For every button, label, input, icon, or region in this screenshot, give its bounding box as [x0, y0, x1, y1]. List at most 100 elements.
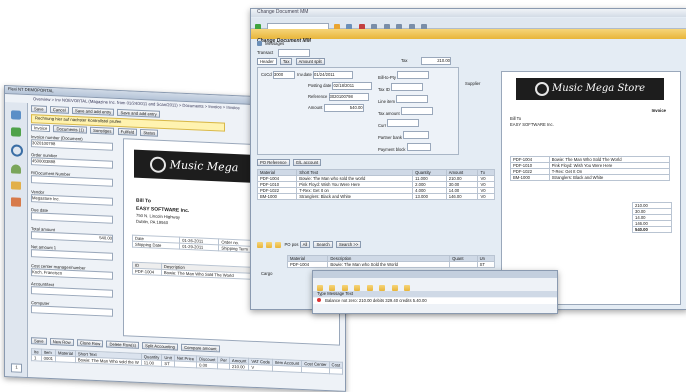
cocd-label: CoCd — [261, 72, 272, 77]
button-split-accounting[interactable]: Split Accounting — [142, 342, 178, 351]
deselect-icon[interactable] — [266, 241, 273, 248]
toolbar-button-save[interactable]: Save — [31, 105, 47, 113]
curr-field[interactable] — [387, 119, 420, 127]
popup-export-icon[interactable] — [391, 284, 398, 291]
po-cell: V0 — [477, 193, 495, 200]
tax-id-field[interactable] — [391, 83, 424, 91]
popup-sum-icon[interactable] — [366, 284, 373, 291]
toolbar-button-cancel[interactable]: Cancel — [49, 105, 69, 114]
button-new-row[interactable]: New Row — [49, 337, 74, 347]
popup-sort-icon[interactable] — [354, 284, 361, 291]
popup-detail-icon[interactable] — [329, 284, 336, 291]
tab-amount-split[interactable]: Amount split — [295, 58, 325, 65]
sap-command-bar — [251, 18, 686, 31]
document-icon[interactable] — [11, 127, 21, 137]
po-tabs: PO Reference G/L account — [257, 159, 323, 166]
pos-label: PO pos — [284, 242, 299, 247]
cell-vat-code: V — [248, 364, 273, 372]
cell-cost — [329, 367, 343, 375]
right-window: Change Document MM Change Document MM Me… — [250, 8, 686, 310]
tab-po-reference[interactable]: PO Reference — [257, 159, 290, 166]
posting-date-field[interactable]: 02/18/2011 — [332, 82, 373, 90]
po-table: Material Short Text Quantity Amount Tx P… — [256, 169, 495, 200]
tab-gl-account[interactable]: G/L account — [292, 159, 322, 166]
cost-center-value: Koch, Francisco — [32, 269, 63, 276]
invoice-heading: Invoice — [651, 108, 666, 113]
table-row[interactable]: PDF-1004 Bowie: The Man who Sold the Wor… — [286, 261, 496, 268]
amount-label: Amount — [308, 105, 323, 110]
popup-toolbar — [313, 279, 557, 291]
mat-cell: PDF-1004 — [286, 261, 329, 268]
people-icon[interactable] — [11, 164, 21, 174]
search-button[interactable]: Search — [313, 241, 333, 248]
right-store-logo: Music Mega Store — [516, 78, 664, 100]
cell-net-price — [174, 360, 197, 368]
search-all-button[interactable]: All — [299, 241, 311, 248]
toolbar-button-save-and-add-2[interactable]: Save and add entry — [117, 108, 160, 118]
tax-amount-field[interactable] — [400, 107, 433, 115]
transaction-field[interactable] — [278, 49, 311, 57]
po-cell: BM-1000 — [256, 193, 298, 200]
select-all-icon[interactable] — [257, 241, 263, 248]
tab-status[interactable]: Status — [140, 128, 159, 137]
button-save-bottom[interactable]: Save — [31, 337, 47, 345]
cocd-field[interactable]: 3000 — [272, 71, 295, 79]
popup-print-icon[interactable] — [379, 284, 386, 291]
invoice-number-value: 3020100798 — [32, 140, 56, 147]
toolbar-button-save-and-add[interactable]: Save and add entry — [71, 106, 115, 116]
bill-to-pty-field[interactable] — [397, 71, 430, 79]
search-icon[interactable] — [11, 144, 23, 157]
calendar-icon[interactable] — [11, 197, 21, 207]
amount-field[interactable]: 540.00 — [323, 104, 364, 112]
header-fields: CoCd 3000 Inv.date 01/24/2011 Posting da… — [257, 67, 459, 155]
tab-invoice[interactable]: Invoice — [31, 124, 51, 133]
logo-swirl-icon — [149, 156, 166, 174]
totals-table: 210.00 30.00 14.00 146.00 540.00 — [632, 202, 672, 233]
cell-unit: ST — [161, 360, 175, 367]
reference-field[interactable]: 3020100798 — [328, 93, 369, 101]
bill-to-label: Bill To — [136, 197, 151, 205]
mat-cell — [449, 261, 478, 268]
popup-check-icon[interactable] — [317, 284, 323, 291]
tab-header[interactable]: Header — [257, 58, 277, 65]
search-more-button[interactable]: Search >> — [335, 241, 362, 248]
tab-sonstiges[interactable]: Sonstiges — [90, 126, 115, 135]
shipping-date-value: 01-29-2011 — [179, 243, 219, 251]
button-clone-row[interactable]: Clone Row — [76, 339, 104, 348]
tab-tax[interactable]: Tax — [279, 58, 293, 65]
app-toolbar: Messages — [251, 41, 686, 48]
tab-documents[interactable]: Documents (1) — [53, 125, 87, 134]
popup-filter-icon[interactable] — [341, 284, 348, 291]
total-cell: 540.00 — [632, 226, 672, 233]
cell-item-account — [272, 365, 302, 373]
material-table: Material Description Quant Un PDF-1004 B… — [286, 255, 496, 268]
inv-date-value: 01/24/2011 — [313, 72, 335, 77]
document-icon-2[interactable] — [257, 41, 262, 47]
page-indicator[interactable]: 1 — [11, 363, 22, 373]
partner-bank-field[interactable] — [403, 131, 430, 139]
curr-label: Curr — [378, 123, 387, 128]
folder-icon[interactable] — [11, 181, 21, 190]
table-row[interactable]: BM-1000 Stranglers: Black and White 13.000… — [256, 193, 495, 200]
header-amount-field[interactable]: 210.00 — [421, 57, 451, 65]
shipping-date-label: Shipping Date — [132, 241, 180, 250]
button-compare-amount[interactable]: Compare amount — [181, 343, 220, 353]
posting-date-label: Posting date — [308, 83, 332, 88]
inbox-icon[interactable] — [11, 110, 21, 120]
payment-block-field[interactable] — [406, 143, 431, 151]
detail-icon[interactable] — [275, 241, 282, 248]
line-item-field[interactable] — [396, 95, 429, 103]
messages-button[interactable]: Messages — [265, 41, 284, 46]
cell-discount: 0.00 — [196, 361, 218, 369]
payment-block-label: Payment block — [378, 147, 406, 152]
popup-title-bar — [313, 271, 557, 278]
tab-fullfeld[interactable]: Fullfeld — [117, 127, 138, 136]
message-popup: Type Message Text Balance not zero: 210.… — [312, 270, 558, 314]
popup-layout-icon[interactable] — [404, 284, 411, 291]
inv-date-field[interactable]: 01/24/2011 — [312, 71, 353, 79]
reference-value: 3020100798 — [329, 94, 353, 99]
button-delete-rows[interactable]: Delete Row(s) — [106, 340, 139, 349]
popup-message-row[interactable]: Balance not zero: 210.00 debits 329.40 c… — [313, 298, 557, 304]
reference-label: Reference — [308, 94, 328, 99]
popup-header-row: Type Message Text — [313, 291, 557, 297]
